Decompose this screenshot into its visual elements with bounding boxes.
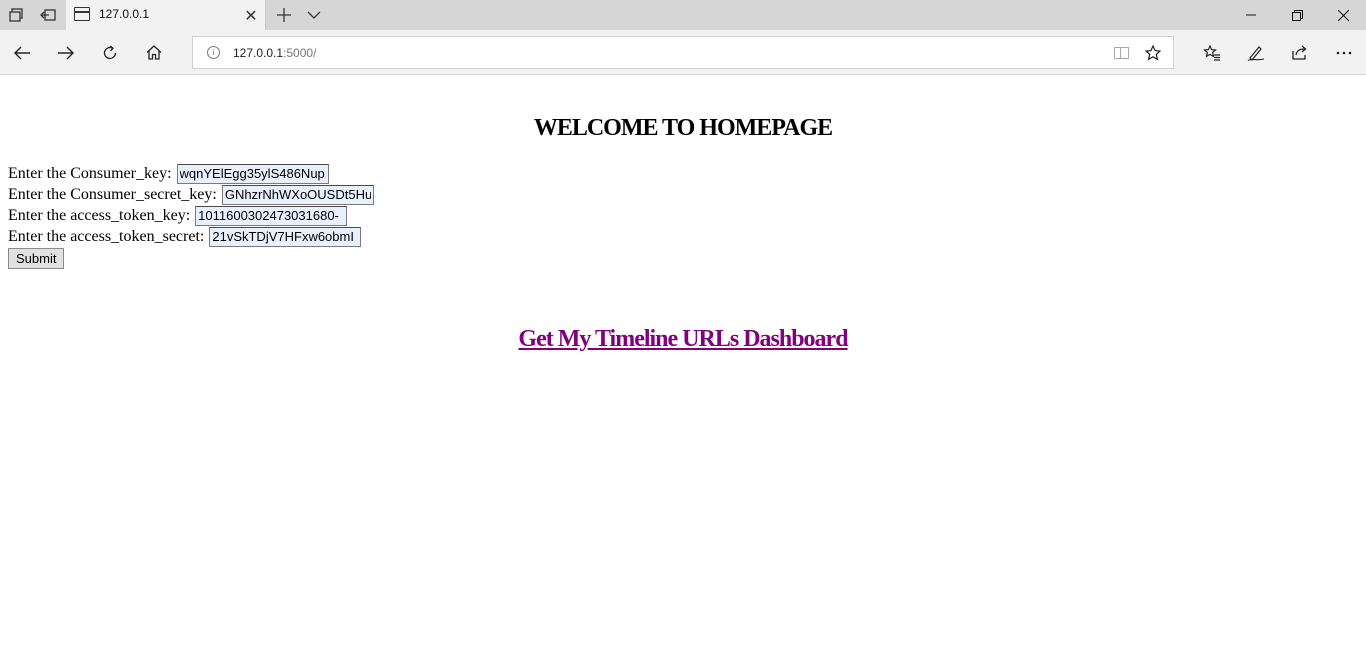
access-token-key-row: Enter the access_token_key:	[8, 205, 374, 226]
chevron-down-icon[interactable]	[298, 0, 330, 30]
timeline-dashboard-link[interactable]: Get My Timeline URLs Dashboard	[0, 326, 1366, 353]
set-aside-tabs-icon[interactable]	[32, 0, 64, 30]
access-token-secret-label: Enter the access_token_secret:	[8, 227, 205, 245]
more-icon[interactable]	[1322, 30, 1366, 75]
tab-title: 127.0.0.1	[99, 7, 150, 21]
tab-bar: 127.0.0.1 ✕	[0, 0, 1366, 30]
consumer-secret-row: Enter the Consumer_secret_key:	[8, 184, 374, 205]
page-title: WELCOME TO HOMEPAGE	[533, 115, 833, 141]
url-text: 127.0.0.1:5000/	[233, 46, 316, 60]
consumer-secret-input[interactable]	[221, 184, 374, 205]
access-token-key-label: Enter the access_token_key:	[8, 206, 191, 224]
share-icon[interactable]	[1278, 30, 1322, 75]
page-icon	[74, 7, 90, 21]
back-arrow-icon[interactable]	[0, 30, 44, 75]
access-token-secret-input[interactable]	[209, 226, 362, 247]
url-host: 127.0.0.1	[233, 46, 284, 60]
access-token-secret-row: Enter the access_token_secret:	[8, 226, 374, 247]
favorites-hub-icon[interactable]	[1190, 30, 1234, 75]
close-tab-icon[interactable]: ✕	[240, 0, 262, 30]
pen-icon[interactable]	[1234, 30, 1278, 75]
access-token-key-input[interactable]	[195, 205, 348, 226]
refresh-icon[interactable]	[88, 30, 132, 75]
consumer-secret-label: Enter the Consumer_secret_key:	[8, 185, 217, 203]
active-tab[interactable]: 127.0.0.1 ✕	[66, 0, 266, 30]
restore-icon[interactable]	[1274, 0, 1320, 30]
url-path: :5000/	[283, 46, 317, 60]
close-window-icon[interactable]	[1320, 0, 1366, 30]
forward-arrow-icon[interactable]	[44, 30, 88, 75]
favorite-star-icon[interactable]	[1137, 37, 1169, 68]
page-content: WELCOME TO HOMEPAGE Enter the Consumer_k…	[0, 75, 1366, 656]
minimize-icon[interactable]	[1228, 0, 1274, 30]
home-icon[interactable]	[132, 30, 176, 75]
credentials-form: Enter the Consumer_key: Enter the Consum…	[8, 163, 374, 269]
submit-button[interactable]: Submit	[8, 248, 65, 269]
navigation-bar: i 127.0.0.1:5000/	[0, 30, 1366, 75]
site-info-icon[interactable]: i	[207, 46, 220, 59]
consumer-key-row: Enter the Consumer_key:	[8, 163, 374, 184]
address-bar[interactable]: i 127.0.0.1:5000/	[192, 36, 1174, 69]
tab-actions-icon[interactable]	[0, 0, 32, 30]
reading-view-icon[interactable]	[1105, 37, 1137, 68]
consumer-key-input[interactable]	[176, 163, 329, 184]
consumer-key-label: Enter the Consumer_key:	[8, 164, 172, 182]
plus-icon[interactable]	[268, 0, 300, 30]
